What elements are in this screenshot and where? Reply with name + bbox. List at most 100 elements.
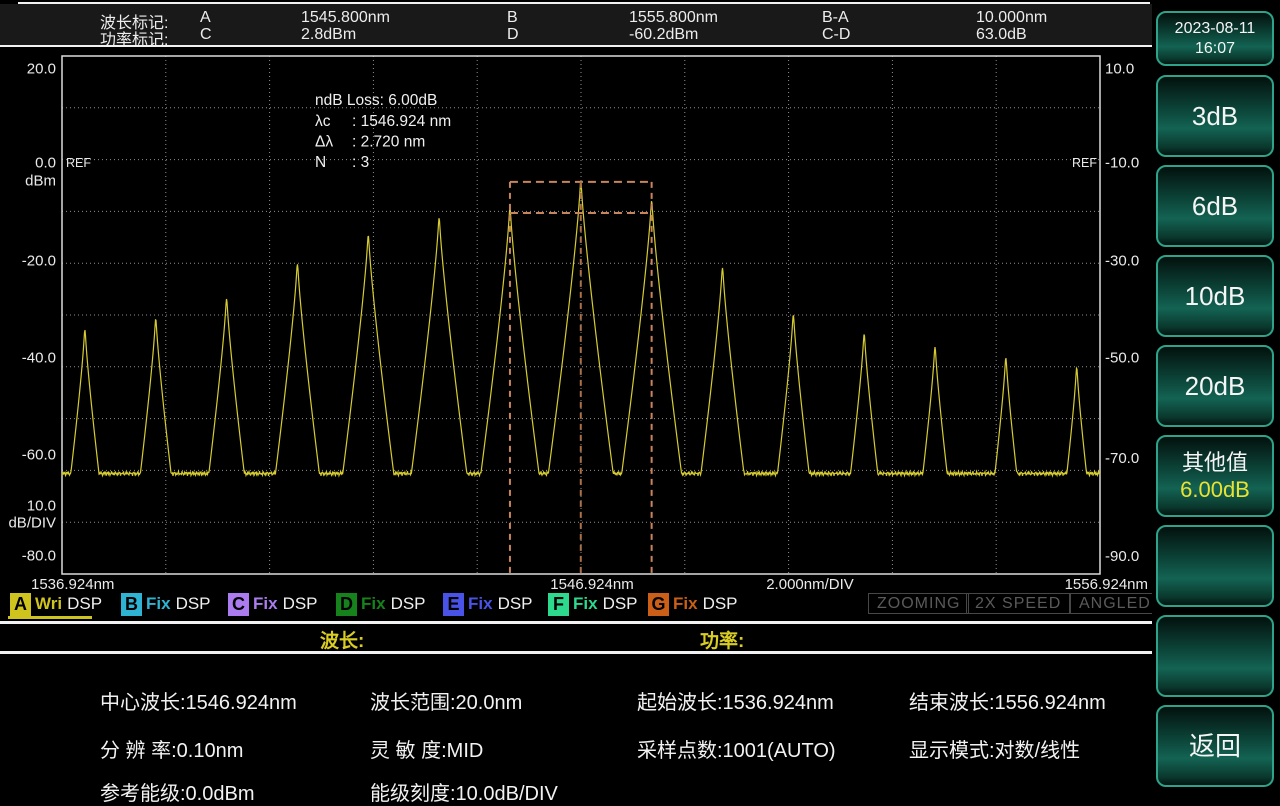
plot-frame xyxy=(61,55,1101,575)
spectrum-trace xyxy=(61,180,1101,478)
datetime-button[interactable]: 2023-08-11 16:07 xyxy=(1156,11,1274,66)
y-axis-left-label: 20.0 xyxy=(27,61,56,78)
softkey-label: 6dB xyxy=(1191,190,1239,221)
marker-readout-header: 波长标记: A 1545.800nm B 1555.800nm B-A 10.000nm 功率… xyxy=(0,4,1152,49)
other-value-button[interactable]: 其他值 6.00dB xyxy=(1156,435,1274,517)
trace-dsp-label: DSP xyxy=(497,594,533,613)
trace-dsp-label: DSP xyxy=(390,594,426,613)
marker-cell: 1555.800nm xyxy=(629,9,718,26)
marker-cell: C xyxy=(200,26,212,43)
trace-dsp-label: DSP xyxy=(175,594,211,613)
marker-cell: -60.2dBm xyxy=(629,26,699,43)
info-field: 中心波长:1546.924nm xyxy=(100,692,297,714)
info-field: 灵 敏 度:MID xyxy=(370,740,484,762)
info-field: 起始波长:1536.924nm xyxy=(637,692,834,714)
softkey-label: 10dB xyxy=(1184,280,1246,311)
softkey-label: 2023-08-11 xyxy=(1174,19,1256,37)
10db-button[interactable]: 10dB xyxy=(1156,255,1274,337)
y-axis-left-label: dBm xyxy=(25,173,56,190)
trace-button-d[interactable]: D Fix DSP xyxy=(336,592,426,616)
y-axis-left-label: -20.0 xyxy=(22,253,56,270)
angled-indicator: ANGLED xyxy=(1070,593,1160,614)
ref-marker-left: REF xyxy=(66,156,91,170)
softkey-label: 20dB xyxy=(1184,370,1246,401)
softkey-label: 其他值 xyxy=(1181,449,1248,475)
trace-button-g[interactable]: G Fix DSP xyxy=(648,592,738,616)
marker-cell: B xyxy=(507,9,518,26)
info-field: 能级刻度:10.0dB/DIV xyxy=(370,783,558,805)
trace-mode-label: Fix xyxy=(468,594,493,613)
y-axis-left-label: 0.0 xyxy=(35,155,56,172)
section-separator xyxy=(0,651,1152,654)
annotation-key: λc xyxy=(315,113,331,130)
blank-button-1[interactable] xyxy=(1156,525,1274,607)
annotation-value: : 3 xyxy=(352,154,369,171)
trace-mode-label: Fix xyxy=(361,594,386,613)
trace-button-a[interactable]: A Wri DSP xyxy=(10,592,102,616)
marker-cell: C-D xyxy=(822,26,851,43)
trace-separator xyxy=(0,621,1152,624)
trace-mode-label: Wri xyxy=(35,594,63,613)
2x-speed-indicator: 2X SPEED xyxy=(966,593,1071,614)
y-axis-right-label: -90.0 xyxy=(1105,548,1139,565)
main-area: 波长标记: A 1545.800nm B 1555.800nm B-A 10.000nm 功率… xyxy=(0,0,1160,805)
trace-dsp-label: DSP xyxy=(282,594,318,613)
trace-dsp-label: DSP xyxy=(702,594,738,613)
ref-marker-right: REF xyxy=(1072,156,1097,170)
marker-cell: D xyxy=(507,26,519,43)
info-field: 结束波长:1556.924nm xyxy=(909,692,1106,714)
trace-mode-label: Fix xyxy=(253,594,278,613)
info-field: 参考能级:0.0dBm xyxy=(100,783,255,805)
y-axis-right-label: -70.0 xyxy=(1105,450,1139,467)
trace-letter-badge: A xyxy=(10,592,31,616)
x-axis-label: 1556.924nm xyxy=(1065,576,1148,593)
6db-button[interactable]: 6dB xyxy=(1156,165,1274,247)
power-section-label: 功率: xyxy=(700,631,745,652)
y-axis-left-label: -80.0 xyxy=(22,548,56,565)
3db-button[interactable]: 3dB xyxy=(1156,75,1274,157)
zooming-indicator: ZOOMING xyxy=(868,593,970,614)
trace-button-f[interactable]: F Fix DSP xyxy=(548,592,638,616)
trace-letter-badge: E xyxy=(443,592,464,616)
active-trace-underline xyxy=(8,616,92,619)
trace-letter-badge: G xyxy=(648,592,669,616)
marker-cell: 63.0dB xyxy=(976,26,1027,43)
blank-button-2[interactable] xyxy=(1156,615,1274,697)
y-axis-left-label: -60.0 xyxy=(22,447,56,464)
y-axis-left-label: -40.0 xyxy=(22,350,56,367)
y-axis-right-label: -50.0 xyxy=(1105,350,1139,367)
marker-cell: 1545.800nm xyxy=(301,9,390,26)
softkey-sidebar: 2023-08-11 16:07 3dB 6dB 10dB 20dB 其他值 6.00dB 返回 xyxy=(1152,0,1280,800)
back-button[interactable]: 返回 xyxy=(1156,705,1274,787)
trace-letter-badge: F xyxy=(548,592,569,616)
y-axis-left-label: 10.0 xyxy=(27,498,56,515)
annotation-key: Δλ xyxy=(315,134,333,151)
info-field: 采样点数:1001(AUTO) xyxy=(637,740,836,762)
x-axis-label: 1536.924nm xyxy=(31,576,114,593)
y-axis-right-label: -10.0 xyxy=(1105,155,1139,172)
trace-dsp-label: DSP xyxy=(602,594,638,613)
annotation-key: N xyxy=(315,154,326,171)
20db-button[interactable]: 20dB xyxy=(1156,345,1274,427)
trace-button-e[interactable]: E Fix DSP xyxy=(443,592,533,616)
annotation-value: : 1546.924 nm xyxy=(352,113,451,130)
y-axis-left-label: dB/DIV xyxy=(8,515,56,532)
marker-cell: B-A xyxy=(822,9,849,26)
trace-letter-badge: C xyxy=(228,592,249,616)
info-field: 显示模式:对数/线性 xyxy=(909,740,1081,762)
y-axis-right-label: -30.0 xyxy=(1105,253,1139,270)
trace-letter-badge: D xyxy=(336,592,357,616)
softkey-label: 6.00dB xyxy=(1180,477,1250,502)
info-field: 分 辨 率:0.10nm xyxy=(100,740,244,762)
softkey-label: 16:07 xyxy=(1194,39,1236,57)
trace-mode-label: Fix xyxy=(146,594,171,613)
spectrum-chart: ndB Loss: 6.00dB λc: 1546.924 nm Δλ: 2.720… xyxy=(8,55,1148,593)
ndb-loss-annotation: ndB Loss: 6.00dB xyxy=(315,92,437,109)
marker-cell: 10.000nm xyxy=(976,9,1048,26)
trace-button-c[interactable]: C Fix DSP xyxy=(228,592,318,616)
x-axis-label: 2.000nm/DIV xyxy=(766,576,854,593)
info-field: 波长范围:20.0nm xyxy=(370,692,523,714)
trace-letter-badge: B xyxy=(121,592,142,616)
marker-cell: 2.8dBm xyxy=(301,26,357,43)
trace-button-b[interactable]: B Fix DSP xyxy=(121,592,211,616)
